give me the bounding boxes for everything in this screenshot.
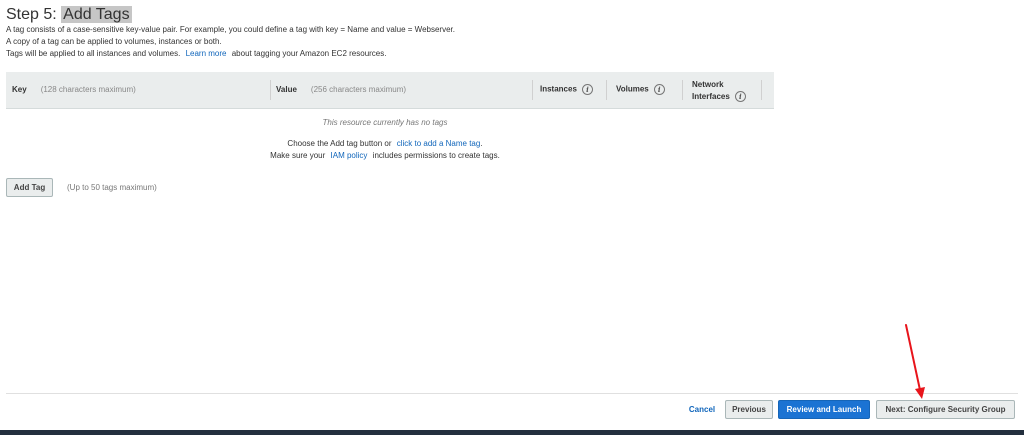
bottom-status-bar xyxy=(0,430,1024,435)
red-arrow-shaft xyxy=(905,324,921,391)
red-arrow-annotation xyxy=(905,324,925,399)
red-arrow-head xyxy=(915,387,925,399)
